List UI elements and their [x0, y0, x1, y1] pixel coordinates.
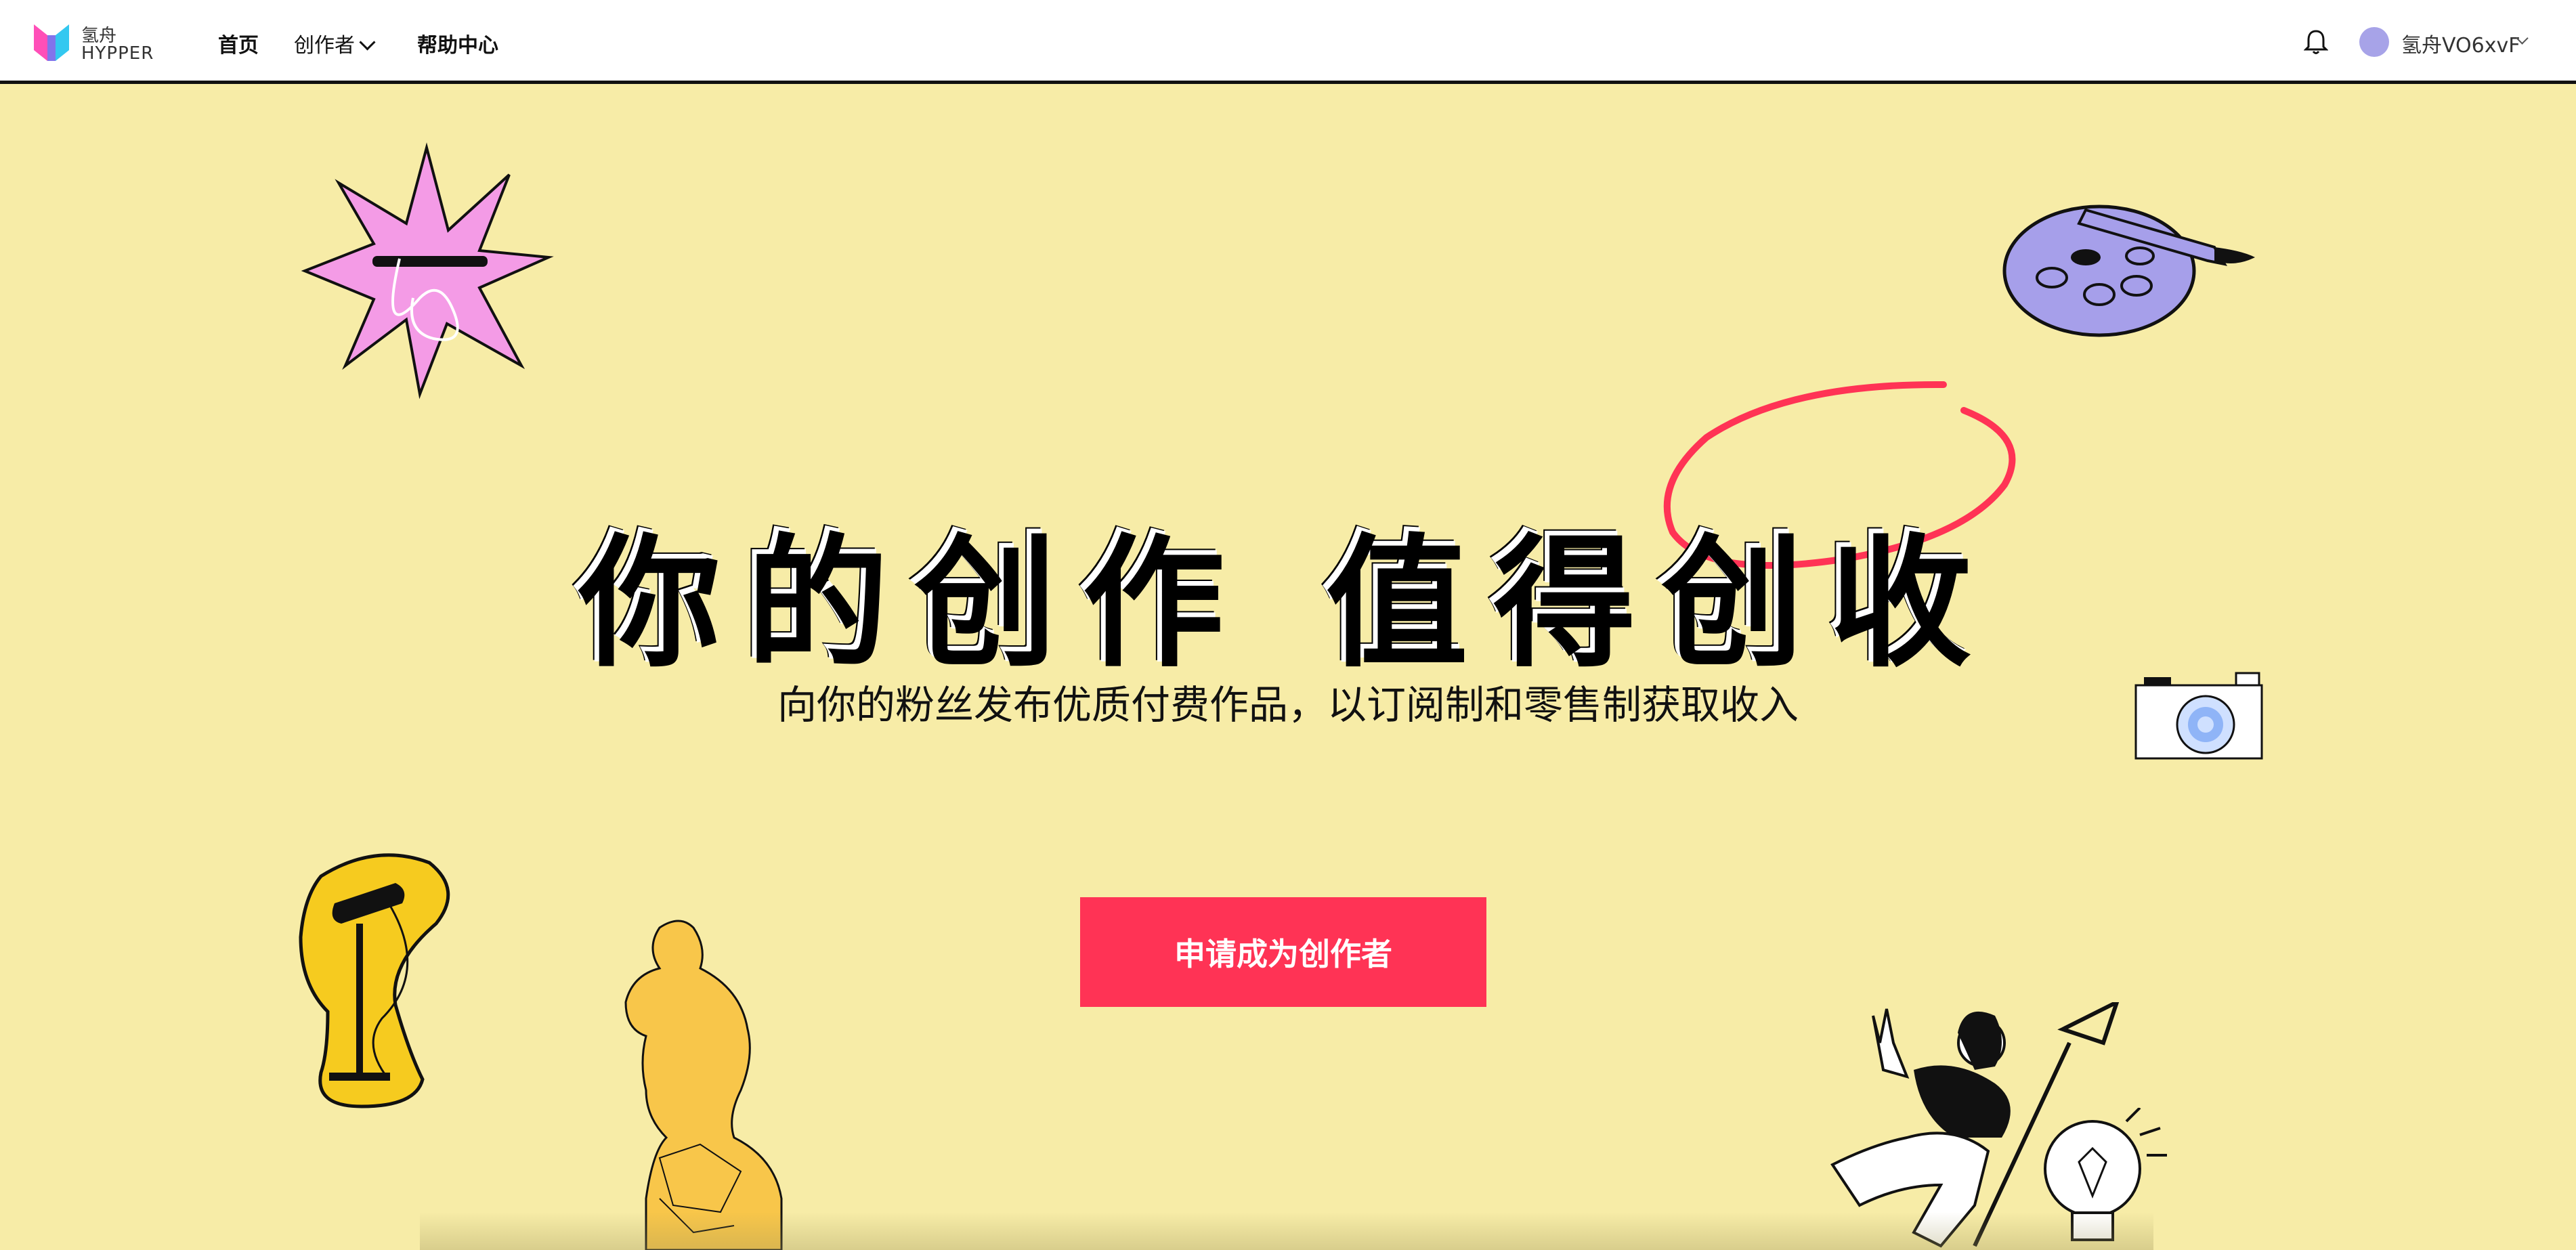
chevron-down-icon	[359, 34, 376, 51]
avatar[interactable]	[2359, 27, 2389, 57]
apply-creator-button[interactable]: 申请成为创作者	[1080, 897, 1486, 1007]
statue-illustration	[624, 920, 783, 1250]
nav-help-center[interactable]: 帮助中心	[417, 28, 498, 58]
star-burst-illustration	[301, 142, 554, 400]
logo[interactable]: 氢舟 HYPPER	[33, 20, 168, 68]
nav-creator-dropdown[interactable]: 创作者	[294, 28, 376, 58]
logo-text-en: HYPPER	[81, 43, 154, 64]
nav-home[interactable]: 首页	[218, 28, 259, 58]
top-navigation-bar: 氢舟 HYPPER 首页 创作者 帮助中心 氢舟VO6xvF	[0, 0, 2576, 84]
palette-illustration	[2002, 204, 2255, 337]
content-card-top-edge	[420, 1212, 2153, 1250]
microphone-illustration	[299, 853, 450, 1108]
nav-creator-label: 创作者	[294, 34, 355, 58]
bell-icon[interactable]	[2304, 28, 2328, 56]
logo-icon	[34, 24, 69, 61]
hero-subtitle: 向你的粉丝发布优质付费作品，以订阅制和零售制获取收入	[777, 682, 1799, 728]
hero-headline: 你的创作 值得创收	[578, 520, 1998, 687]
user-name[interactable]: 氢舟VO6xvF	[2401, 28, 2520, 58]
